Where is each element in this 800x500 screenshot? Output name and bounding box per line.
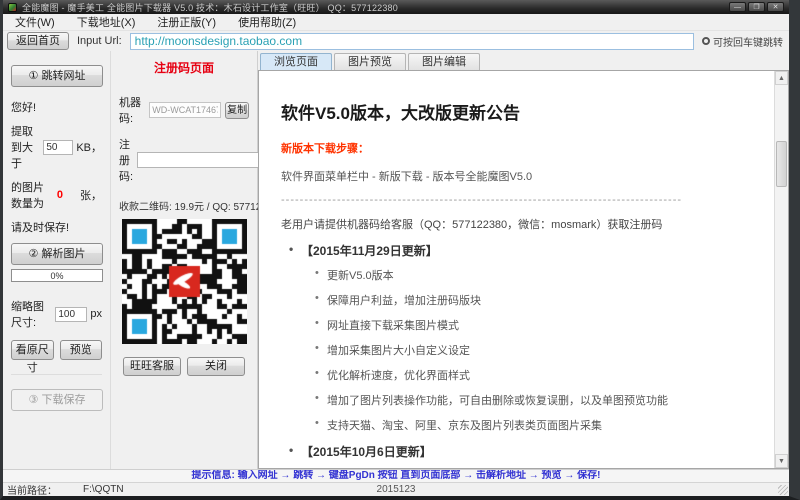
tab-bar: 浏览页面图片预览图片编辑 — [258, 51, 789, 70]
register-panel-title: 注册码页面 — [119, 59, 249, 76]
update-item: 优化解析速度，优化界面样式 — [315, 367, 764, 383]
payment-qr-code — [122, 219, 247, 344]
progress-bar: 0% — [11, 269, 103, 282]
update-item: 网址直接下载采集图片模式 — [315, 317, 764, 333]
tab-active[interactable]: 浏览页面 — [260, 53, 332, 70]
close-icon[interactable]: ✕ — [767, 2, 784, 12]
save-reminder-text: 请及时保存! — [11, 219, 102, 235]
tab-inactive[interactable]: 图片预览 — [334, 53, 406, 70]
copy-button[interactable]: 复制 — [225, 102, 249, 119]
window-title: 全能魔图 - 魔手美工 全能图片下载器 V5.0 技术：木石设计工作室（旺旺） … — [22, 1, 729, 14]
maximize-icon[interactable]: ❐ — [748, 2, 765, 12]
register-code-input[interactable] — [137, 152, 275, 168]
size-unit-label: KB， — [76, 139, 102, 155]
enter-hint: 可按回车键跳转 — [702, 34, 785, 49]
updates-list: 【2015年11月29日更新】更新V5.0版本保障用户利益，增加注册码版块网址直… — [281, 242, 764, 468]
greeting-text: 您好! — [11, 99, 102, 115]
sidebar: ① 跳转网址 您好! 提取到大于 KB， 的图片数量为 0 张， 请及时保存! … — [3, 51, 111, 469]
content-area: 浏览页面图片预览图片编辑 软件V5.0版本，大改版更新公告 新版本下载步骤： 软… — [258, 51, 789, 469]
resize-grip[interactable] — [778, 485, 788, 495]
browser-page: 软件V5.0版本，大改版更新公告 新版本下载步骤： 软件界面菜单栏中 - 新版下… — [258, 70, 789, 469]
status-number: 2015123 — [3, 484, 789, 495]
status-bar: 2015123 当前路径： F:\QQTN — [3, 482, 789, 496]
title-bar: 全能魔图 - 魔手美工 全能图片下载器 V5.0 技术：木石设计工作室（旺旺） … — [3, 0, 789, 14]
update-item: 增加了图片列表操作功能，可自由删除或恢复误删，以及单图预览功能 — [315, 392, 764, 408]
scrollbar[interactable]: ▲ ▼ — [774, 71, 788, 468]
back-home-button[interactable]: 返回首页 — [7, 32, 69, 50]
update-item: 保障用户利益，增加注册码版块 — [315, 292, 764, 308]
toolbar: 返回首页 Input Url: 可按回车键跳转 — [3, 31, 789, 51]
menu-item[interactable]: 下载地址(X) — [77, 14, 136, 30]
update-date: 【2015年10月6日更新】 — [289, 443, 764, 460]
download-steps-text: 软件界面菜单栏中 - 新版下载 - 版本号全能魔图V5.0 — [281, 168, 764, 184]
parse-images-button[interactable]: ② 解析图片 — [11, 243, 103, 265]
close-panel-button[interactable]: 关闭 — [187, 357, 245, 376]
register-code-label: 注册码: — [119, 136, 133, 184]
scroll-down-icon[interactable]: ▼ — [775, 454, 788, 468]
machine-code-label: 机器码: — [119, 94, 145, 126]
extract-size-label: 提取到大于 — [11, 123, 40, 171]
wangwang-support-button[interactable]: 旺旺客服 — [123, 357, 181, 376]
count-prefix-label: 的图片数量为 — [11, 179, 54, 211]
menu-item[interactable]: 文件(W) — [15, 14, 55, 30]
thumb-unit-label: px — [90, 308, 102, 320]
download-steps-title: 新版本下载步骤： — [281, 140, 764, 156]
minimize-icon[interactable]: — — [729, 2, 746, 12]
app-icon — [8, 3, 17, 12]
jump-url-button[interactable]: ① 跳转网址 — [11, 65, 103, 87]
page-title: 软件V5.0版本，大改版更新公告 — [281, 99, 764, 124]
update-item: 支持天猫、淘宝、阿里、京东及图片列表类页面图片采集 — [315, 417, 764, 433]
preview-button[interactable]: 预览 — [60, 340, 103, 360]
thumb-size-input[interactable] — [55, 307, 87, 322]
min-size-input[interactable] — [43, 140, 73, 155]
view-original-button[interactable]: 看原尺寸 — [11, 340, 54, 360]
update-date: 【2015年11月29日更新】 — [289, 242, 764, 259]
sidebar-divider — [11, 374, 102, 375]
url-label: Input Url: — [77, 35, 122, 47]
url-input[interactable] — [130, 33, 694, 50]
register-panel: 注册码页面 机器码: 复制 注册码: 收款二维码: 19.9元 / QQ: 57… — [111, 51, 258, 469]
count-suffix-label: 张， — [80, 187, 102, 203]
app-window: 全能魔图 - 魔手美工 全能图片下载器 V5.0 技术：木石设计工作室（旺旺） … — [0, 0, 800, 500]
dashed-divider: ----------------------------------------… — [281, 194, 764, 206]
update-item: 增加采集图片大小自定义设定 — [315, 342, 764, 358]
hint-bar: 提示信息: 输入网址 → 跳转 → 键盘PgDn 按钮 直到页面底部 → 击解析… — [3, 469, 789, 482]
old-user-note: 老用户请提供机器码给客服（QQ：577122380，微信：mosmark）获取注… — [281, 216, 764, 232]
menu-item[interactable]: 使用帮助(Z) — [238, 14, 296, 30]
gear-icon — [702, 37, 710, 45]
download-save-button[interactable]: ③ 下载保存 — [11, 389, 103, 411]
tab-inactive[interactable]: 图片编辑 — [408, 53, 480, 70]
scroll-up-icon[interactable]: ▲ — [775, 71, 788, 85]
thumb-size-label: 缩略图尺寸: — [11, 298, 52, 330]
update-item: 更新V5.0版本 — [315, 267, 764, 283]
image-count-value: 0 — [57, 189, 63, 201]
menu-item[interactable]: 注册正版(Y) — [157, 14, 216, 30]
menu-bar: 文件(W) 下载地址(X) 注册正版(Y) 使用帮助(Z) — [3, 14, 789, 31]
scrollbar-thumb[interactable] — [776, 141, 787, 187]
payment-info: 收款二维码: 19.9元 / QQ: 577122380 — [119, 198, 249, 213]
machine-code-input[interactable] — [149, 102, 221, 118]
